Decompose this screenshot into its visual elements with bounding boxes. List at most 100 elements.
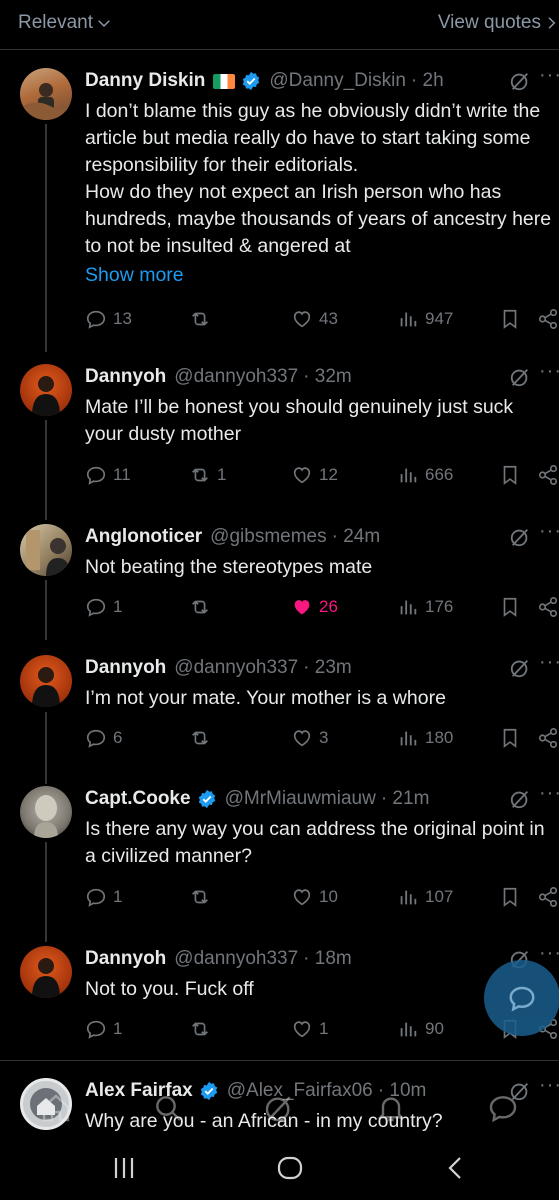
bookmark-button[interactable] (499, 596, 521, 618)
view-count: 947 (425, 309, 454, 328)
views-button[interactable]: 180 (397, 727, 453, 749)
author-handle[interactable]: @dannyoh337 (174, 657, 298, 679)
grok-icon[interactable] (509, 657, 531, 679)
author-handle[interactable]: @dannyoh337 (174, 948, 298, 970)
retweet-button[interactable] (189, 1018, 217, 1040)
view-quotes-link[interactable]: View quotes (438, 12, 559, 34)
reply-icon (86, 729, 106, 748)
sort-dropdown[interactable]: Relevant (18, 12, 113, 34)
author-handle[interactable]: @MrMiauwmiauw (225, 788, 376, 810)
views-icon (400, 731, 417, 746)
author-name[interactable]: Danny Diskin (85, 70, 205, 92)
share-button[interactable] (537, 464, 559, 486)
notifications-icon[interactable] (375, 1092, 407, 1124)
timestamp[interactable]: · 18m (303, 948, 352, 970)
compose-reply-button[interactable] (484, 960, 559, 1036)
share-button[interactable] (537, 596, 559, 618)
author-name[interactable]: Anglonoticer (85, 526, 202, 548)
author-handle[interactable]: @dannyoh337 (174, 366, 298, 388)
avatar[interactable] (20, 786, 72, 838)
reply-icon (86, 466, 106, 485)
author-name[interactable]: Dannyoh (85, 657, 166, 679)
share-button[interactable] (537, 308, 559, 330)
like-button[interactable]: 43 (291, 308, 338, 330)
like-button[interactable]: 3 (291, 727, 328, 749)
share-icon (538, 597, 558, 617)
view-count: 180 (425, 728, 454, 747)
author-handle[interactable]: @Danny_Diskin (269, 70, 406, 92)
more-icon[interactable]: ··· (539, 360, 559, 383)
like-button[interactable]: 12 (291, 464, 338, 486)
views-button[interactable]: 666 (397, 464, 453, 486)
bookmark-button[interactable] (499, 464, 521, 486)
views-button[interactable]: 90 (397, 1018, 444, 1040)
like-icon (293, 730, 311, 747)
like-count: 10 (319, 887, 338, 906)
share-icon (538, 465, 558, 485)
retweet-button[interactable] (189, 886, 217, 908)
avatar[interactable] (20, 655, 72, 707)
timestamp[interactable]: · 21m (381, 788, 430, 810)
grok-icon[interactable] (509, 788, 531, 810)
author-handle[interactable]: @gibsmemes (210, 526, 326, 548)
recents-icon[interactable] (108, 1152, 140, 1184)
reply-button[interactable]: 13 (85, 308, 132, 330)
like-button[interactable]: 26 (291, 596, 338, 618)
grok-icon[interactable] (509, 526, 531, 548)
avatar[interactable] (20, 524, 72, 576)
timestamp[interactable]: · 32m (303, 366, 352, 388)
grok-icon[interactable] (509, 70, 531, 92)
timestamp[interactable]: · 24m (332, 526, 381, 548)
reply-button[interactable]: 1 (85, 886, 122, 908)
bookmark-button[interactable] (499, 727, 521, 749)
divider (0, 1060, 559, 1061)
home-icon[interactable] (40, 1092, 72, 1124)
like-count: 12 (319, 465, 338, 484)
more-icon[interactable]: ··· (539, 520, 559, 543)
search-icon[interactable] (152, 1092, 184, 1124)
retweet-button[interactable] (189, 727, 217, 749)
home-button-icon[interactable] (274, 1152, 306, 1184)
avatar[interactable] (20, 364, 72, 416)
reply-button[interactable]: 1 (85, 1018, 122, 1040)
reply-button[interactable]: 6 (85, 727, 122, 749)
avatar[interactable] (20, 68, 72, 120)
reply-count: 6 (113, 728, 123, 747)
messages-icon[interactable] (487, 1092, 519, 1124)
more-icon[interactable]: ··· (539, 64, 559, 87)
share-button[interactable] (537, 727, 559, 749)
timestamp[interactable]: · 2h (411, 70, 444, 92)
retweet-button[interactable] (189, 596, 217, 618)
like-button[interactable]: 1 (291, 1018, 328, 1040)
avatar[interactable] (20, 946, 72, 998)
timestamp[interactable]: · 23m (303, 657, 352, 679)
author-name[interactable]: Dannyoh (85, 948, 166, 970)
grok-icon[interactable] (509, 366, 531, 388)
bookmark-button[interactable] (499, 886, 521, 908)
verified-badge-icon (243, 71, 260, 91)
reply-button[interactable]: 1 (85, 596, 122, 618)
thread-line (45, 580, 47, 640)
retweet-button[interactable] (189, 308, 217, 330)
more-icon[interactable]: ··· (539, 782, 559, 805)
back-icon[interactable] (440, 1152, 472, 1184)
views-button[interactable]: 176 (397, 596, 453, 618)
retweet-button[interactable]: 1 (189, 464, 226, 486)
thread-line (45, 420, 47, 520)
views-button[interactable]: 947 (397, 308, 453, 330)
bookmark-button[interactable] (499, 308, 521, 330)
verified-badge-icon (198, 789, 215, 809)
chevron-down-icon (98, 20, 110, 28)
like-button[interactable]: 10 (291, 886, 338, 908)
views-icon (400, 890, 417, 905)
share-icon (538, 309, 558, 329)
show-more-link[interactable]: Show more (85, 264, 184, 287)
grok-nav-icon[interactable] (263, 1092, 295, 1124)
views-button[interactable]: 107 (397, 886, 453, 908)
more-icon[interactable]: ··· (539, 942, 559, 965)
author-name[interactable]: Dannyoh (85, 366, 166, 388)
more-icon[interactable]: ··· (539, 651, 559, 674)
reply-button[interactable]: 11 (85, 464, 131, 486)
author-name[interactable]: Capt.Cooke (85, 788, 191, 810)
share-button[interactable] (537, 886, 559, 908)
